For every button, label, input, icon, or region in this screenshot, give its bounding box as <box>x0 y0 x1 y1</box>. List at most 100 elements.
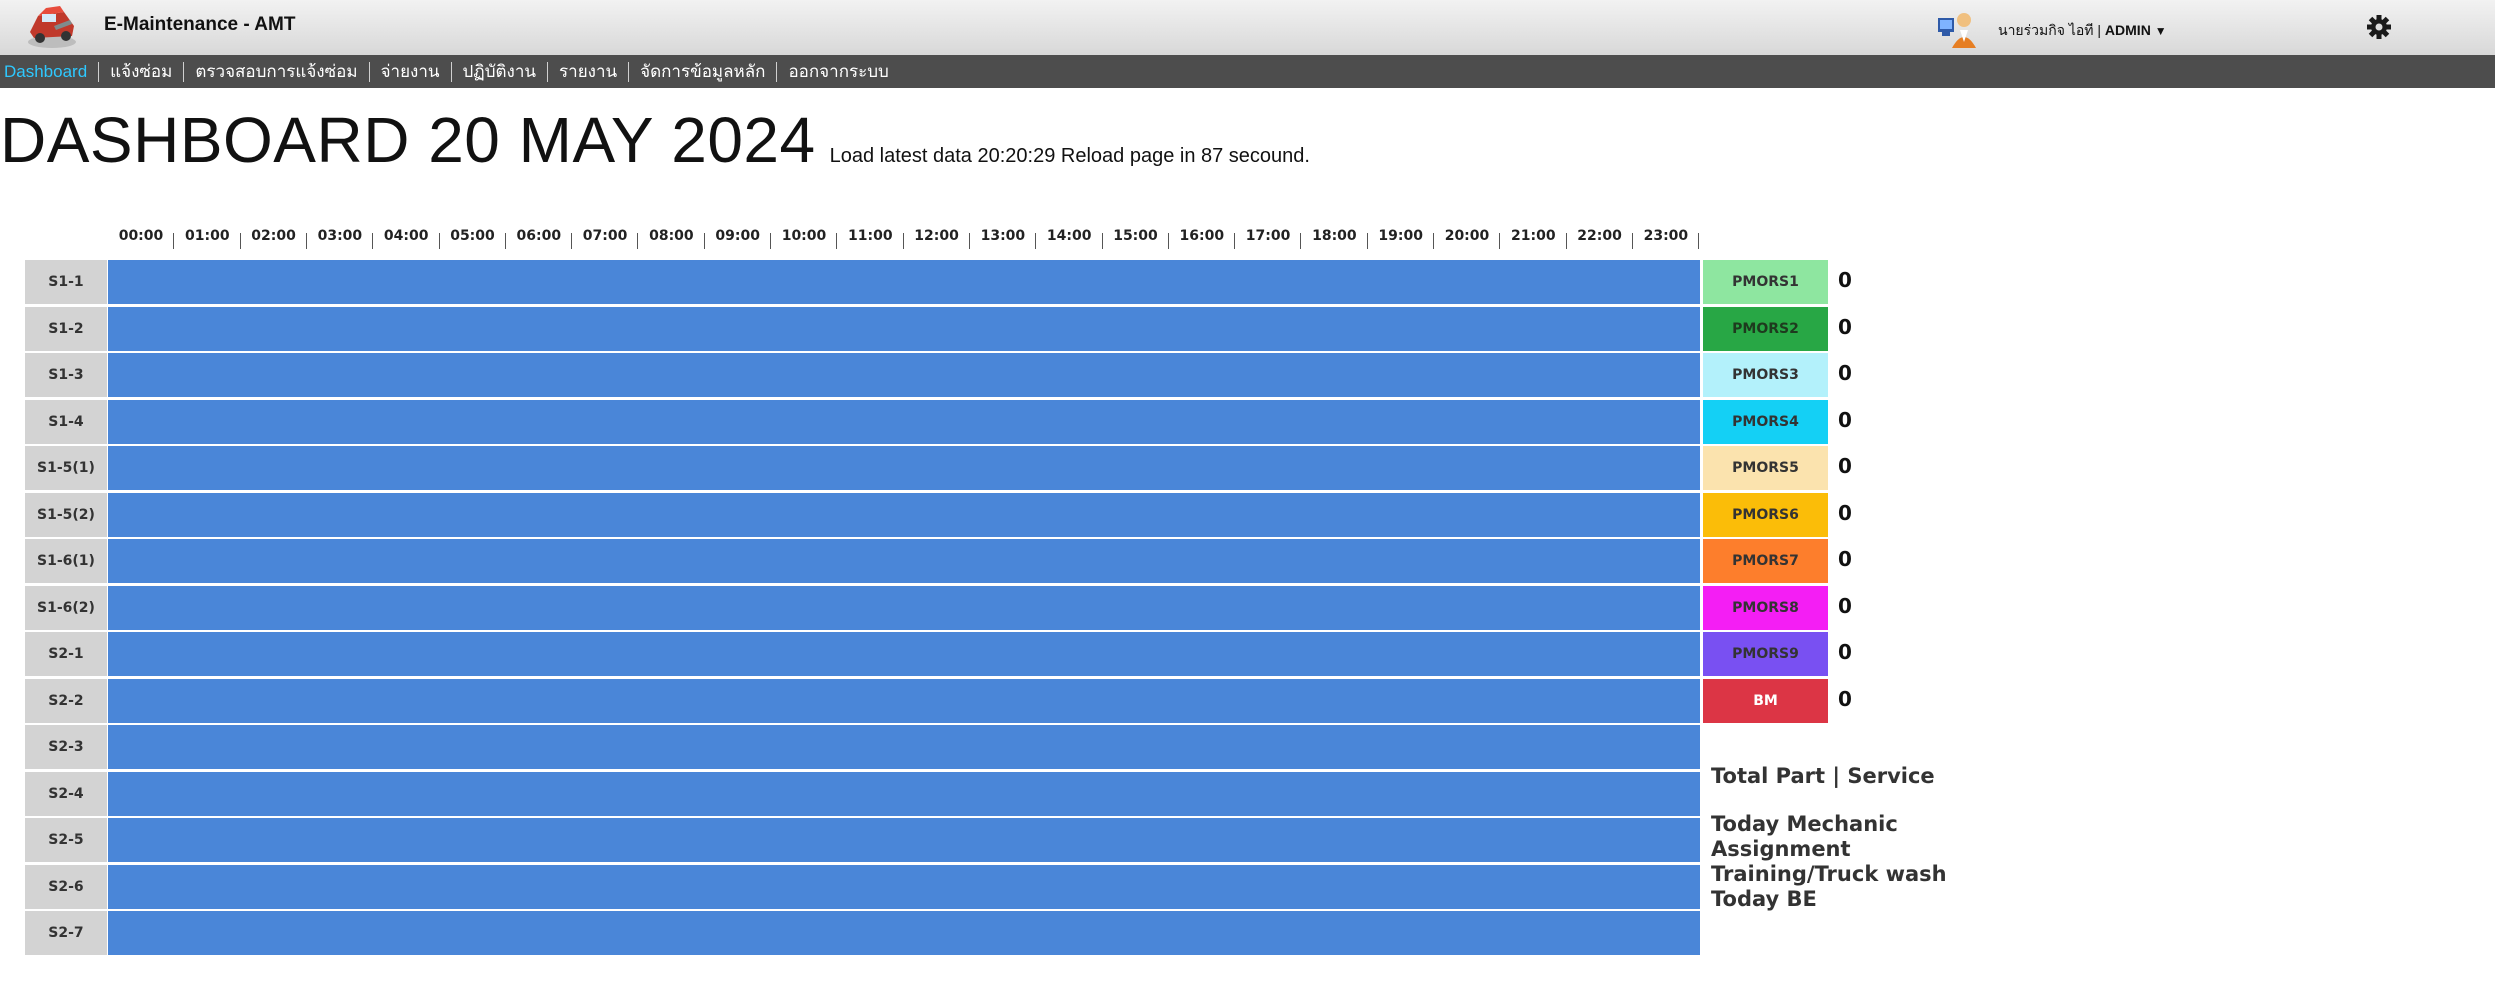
chevron-down-icon[interactable]: ▼ <box>2155 24 2167 38</box>
hour-label: 09:00 <box>715 228 760 244</box>
legend-count: 0 <box>1838 501 1852 525</box>
legend-pmors8: PMORS8 <box>1703 586 1828 630</box>
hour-label: 06:00 <box>516 228 562 244</box>
user-role: ADMIN <box>2104 22 2151 38</box>
hour-label: 07:00 <box>582 228 628 244</box>
schedule-row-bar[interactable] <box>108 865 1700 909</box>
schedule-row-bar[interactable] <box>108 400 1700 444</box>
nav-item-reports[interactable]: รายงาน <box>547 61 628 82</box>
row-label-s2-6: S2-6 <box>25 865 107 909</box>
nav-item-report-repair[interactable]: แจ้งซ่อม <box>98 61 183 82</box>
today-mechanic-assignment: Today Mechanic Assignment <box>1711 812 1898 861</box>
row-label-s1-1: S1-1 <box>25 260 107 304</box>
row-label-s1-62: S1-6(2) <box>25 586 107 630</box>
hour-label: 10:00 <box>781 228 827 244</box>
legend-bm: BM <box>1703 679 1828 723</box>
hour-tick <box>1698 233 1700 249</box>
hour-label: 21:00 <box>1511 228 1556 244</box>
nav-item-operate[interactable]: ปฏิบัติงาน <box>450 61 548 82</box>
row-label-s1-2: S1-2 <box>25 307 107 351</box>
row-label-s2-3: S2-3 <box>25 725 107 769</box>
nav-item-check-repair[interactable]: ตรวจสอบการแจ้งซ่อม <box>183 61 368 82</box>
row-label-s2-1: S2-1 <box>25 632 107 676</box>
row-label-s2-7: S2-7 <box>25 911 107 955</box>
hour-label: 01:00 <box>185 228 230 244</box>
legend-count: 0 <box>1838 687 1852 711</box>
hour-label: 14:00 <box>1046 228 1092 244</box>
schedule-row-bar[interactable] <box>108 260 1700 304</box>
schedule-row-bar[interactable] <box>108 679 1700 723</box>
training-truck-wash: Training/Truck wash <box>1711 862 1947 886</box>
legend-count: 0 <box>1838 315 1852 339</box>
user-menu[interactable]: นายร่วมกิจ ไอที | ADMIN ▼ <box>1998 20 2167 42</box>
hour-label: 23:00 <box>1643 228 1689 244</box>
legend-count: 0 <box>1838 408 1852 432</box>
schedule-row-bar[interactable] <box>108 539 1700 583</box>
row-label-s1-51: S1-5(1) <box>25 446 107 490</box>
row-label-s1-3: S1-3 <box>25 353 107 397</box>
hour-label: 03:00 <box>317 228 363 244</box>
main-nav: Dashboard แจ้งซ่อม ตรวจสอบการแจ้งซ่อม จ่… <box>0 55 2495 88</box>
nav-item-assign[interactable]: จ่ายงาน <box>368 61 451 82</box>
row-label-s1-52: S1-5(2) <box>25 493 107 537</box>
schedule-row-bar[interactable] <box>108 586 1700 630</box>
hour-label: 11:00 <box>848 228 893 244</box>
legend-count: 0 <box>1838 361 1852 385</box>
legend-count: 0 <box>1838 594 1852 618</box>
hour-label: 04:00 <box>383 228 429 244</box>
schedule-row-bar[interactable] <box>108 353 1700 397</box>
nav-item-dashboard[interactable]: Dashboard <box>0 62 98 82</box>
legend-pmors2: PMORS2 <box>1703 307 1828 351</box>
schedule-row-bar[interactable] <box>108 725 1700 769</box>
app-title: E-Maintenance - AMT <box>104 14 296 35</box>
hour-label: 19:00 <box>1378 228 1423 244</box>
legend-pmors3: PMORS3 <box>1703 353 1828 397</box>
row-label-s2-4: S2-4 <box>25 772 107 816</box>
user-name-text: นายร่วมกิจ ไอที <box>1998 22 2094 38</box>
legend-pmors4: PMORS4 <box>1703 400 1828 444</box>
user-separator: | <box>2097 22 2102 38</box>
user-avatar-icon[interactable] <box>1936 8 1980 48</box>
schedule-row-bar[interactable] <box>108 818 1700 862</box>
hour-label: 16:00 <box>1179 228 1225 244</box>
hour-label: 08:00 <box>649 228 694 244</box>
legend-pmors6: PMORS6 <box>1703 493 1828 537</box>
hour-label: 13:00 <box>980 228 1026 244</box>
hour-label: 15:00 <box>1113 228 1158 244</box>
reload-status: Load latest data 20:20:29 Reload page in… <box>829 145 1310 167</box>
schedule-row-bar[interactable] <box>108 307 1700 351</box>
dashboard-heading: DASHBOARD 20 MAY 2024 Load latest data 20… <box>0 103 1310 177</box>
legend-pmors7: PMORS7 <box>1703 539 1828 583</box>
hour-label: 22:00 <box>1577 228 1622 244</box>
schedule-row-bar[interactable] <box>108 632 1700 676</box>
legend-count: 0 <box>1838 547 1852 571</box>
schedule-row-bar[interactable] <box>108 446 1700 490</box>
legend-pmors9: PMORS9 <box>1703 632 1828 676</box>
row-label-s2-5: S2-5 <box>25 818 107 862</box>
row-label-s1-61: S1-6(1) <box>25 539 107 583</box>
today-be: Today BE <box>1711 887 1817 911</box>
legend-count: 0 <box>1838 640 1852 664</box>
row-label-s2-2: S2-2 <box>25 679 107 723</box>
schedule-row-bar[interactable] <box>108 911 1700 955</box>
schedule-row-bar[interactable] <box>108 493 1700 537</box>
gear-icon[interactable] <box>2366 14 2392 40</box>
row-label-s1-4: S1-4 <box>25 400 107 444</box>
top-header: E-Maintenance - AMT นายร่วมกิจ ไอที | AD… <box>0 0 2495 56</box>
schedule-row-bar[interactable] <box>108 772 1700 816</box>
legend-count: 0 <box>1838 454 1852 478</box>
hour-label: 17:00 <box>1245 228 1291 244</box>
hour-label: 20:00 <box>1444 228 1490 244</box>
hour-label: 12:00 <box>914 228 959 244</box>
hour-label: 05:00 <box>450 228 495 244</box>
timeline-header: 00:00 01:00 02:00 03:00 04:00 05:00 06:00 07:00… <box>108 228 1700 252</box>
legend-pmors5: PMORS5 <box>1703 446 1828 490</box>
page-title: DASHBOARD 20 MAY 2024 <box>0 104 816 176</box>
total-part-service: Total Part | Service <box>1711 764 1935 788</box>
legend-pmors1: PMORS1 <box>1703 260 1828 304</box>
nav-item-master-data[interactable]: จัดการข้อมูลหลัก <box>628 61 776 82</box>
truck-logo-icon[interactable] <box>24 2 80 52</box>
hour-label: 00:00 <box>118 228 164 244</box>
nav-item-logout[interactable]: ออกจากระบบ <box>776 61 899 82</box>
legend-count: 0 <box>1838 268 1852 292</box>
